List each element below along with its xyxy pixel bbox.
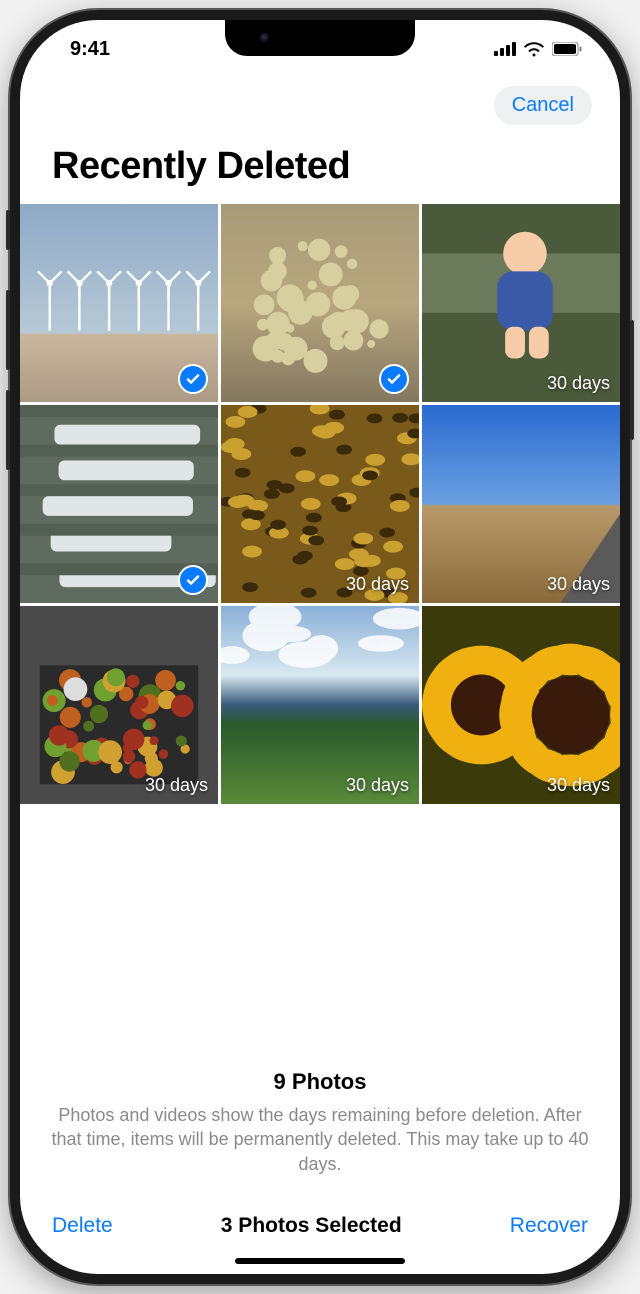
side-switch (6, 210, 10, 250)
volume-up (6, 290, 10, 370)
status-icons (494, 42, 582, 57)
photo-thumb[interactable]: 30 days (422, 204, 620, 402)
summary-desc: Photos and videos show the days remainin… (44, 1103, 596, 1176)
wifi-icon (524, 42, 544, 57)
photo-thumb[interactable]: 30 days (20, 606, 218, 804)
power-button (630, 320, 634, 440)
nav-bar: Cancel (20, 78, 620, 139)
status-time: 9:41 (70, 38, 110, 61)
cellular-icon (494, 42, 516, 56)
recover-button[interactable]: Recover (510, 1214, 588, 1238)
page-title: Recently Deleted (20, 139, 620, 204)
photo-grid: 30 days 30 days 30 days 30 days 30 days 30 da… (20, 204, 620, 804)
summary-count: 9 Photos (44, 1069, 596, 1095)
volume-down (6, 390, 10, 470)
photo-thumb[interactable]: 30 days (221, 606, 419, 804)
summary-block: 9 Photos Photos and videos show the days… (20, 1069, 620, 1200)
days-remaining: 30 days (145, 775, 208, 796)
days-remaining: 30 days (346, 574, 409, 595)
days-remaining: 30 days (346, 775, 409, 796)
photo-thumb[interactable] (20, 204, 218, 402)
screen: 9:41 Cancel Recently Deleted 30 days30 d… (20, 20, 620, 1274)
home-indicator[interactable] (235, 1258, 405, 1264)
days-remaining: 30 days (547, 574, 610, 595)
bottom-toolbar: Delete 3 Photos Selected Recover (20, 1200, 620, 1246)
photo-thumb[interactable]: 30 days (422, 405, 620, 603)
photo-thumb[interactable]: 30 days (221, 405, 419, 603)
checkmark-icon (178, 565, 208, 595)
photo-thumb[interactable] (221, 204, 419, 402)
device-frame: 9:41 Cancel Recently Deleted 30 days30 d… (10, 10, 630, 1284)
checkmark-icon (178, 364, 208, 394)
battery-icon (552, 42, 582, 56)
notch (225, 20, 415, 56)
selection-status: 3 Photos Selected (221, 1214, 402, 1238)
days-remaining: 30 days (547, 373, 610, 394)
delete-button[interactable]: Delete (52, 1214, 113, 1238)
photo-thumb[interactable]: 30 days (422, 606, 620, 804)
cancel-button[interactable]: Cancel (494, 86, 592, 125)
days-remaining: 30 days (547, 775, 610, 796)
photo-thumb[interactable] (20, 405, 218, 603)
checkmark-icon (379, 364, 409, 394)
